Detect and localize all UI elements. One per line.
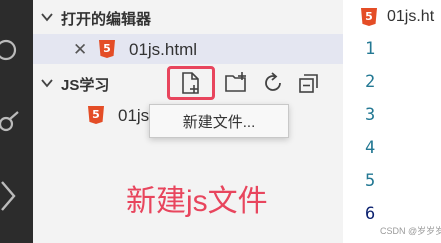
refresh-icon[interactable] bbox=[260, 70, 286, 96]
open-editor-item[interactable]: ✕ 5 01js.html bbox=[33, 34, 343, 64]
chevron-down-icon bbox=[41, 79, 53, 88]
source-control-icon[interactable] bbox=[0, 104, 33, 144]
line-number: 3 bbox=[365, 105, 376, 125]
line-number: 1 bbox=[365, 39, 376, 59]
activity-bar bbox=[0, 0, 33, 243]
html5-icon: 5 bbox=[88, 106, 104, 124]
run-debug-icon[interactable] bbox=[0, 176, 33, 216]
open-editors-title: 打开的编辑器 bbox=[61, 11, 152, 28]
watermark: CSDN @岁岁岁平安 bbox=[380, 226, 441, 236]
new-file-highlight bbox=[167, 66, 215, 100]
open-editors-header[interactable]: 打开的编辑器 bbox=[33, 2, 343, 32]
open-editor-file-label: 01js.html bbox=[129, 40, 198, 59]
explorer-sidebar: 打开的编辑器 ✕ 5 01js.html JS学习 5 01js 新建文件...… bbox=[33, 0, 343, 243]
workspace-file-label: 01js bbox=[118, 106, 150, 125]
line-number: 4 bbox=[365, 138, 376, 158]
line-number: 6 bbox=[365, 204, 376, 224]
html5-icon: 5 bbox=[99, 40, 115, 58]
collapse-all-icon[interactable] bbox=[296, 70, 322, 96]
tooltip: 新建文件... bbox=[149, 104, 289, 138]
line-number: 5 bbox=[365, 171, 376, 191]
editor-area: 5 01js.ht 1 2 3 4 5 6 bbox=[343, 0, 441, 243]
workspace-title: JS学习 bbox=[61, 77, 110, 94]
line-number: 2 bbox=[365, 72, 376, 92]
chevron-down-icon bbox=[41, 13, 53, 22]
close-icon[interactable]: ✕ bbox=[73, 40, 87, 60]
html5-icon: 5 bbox=[361, 8, 377, 26]
search-icon[interactable] bbox=[0, 20, 33, 80]
annotation-text: 新建js文件 bbox=[126, 185, 268, 218]
tooltip-text: 新建文件... bbox=[182, 113, 256, 131]
new-folder-icon[interactable] bbox=[223, 70, 249, 96]
editor-tab-label[interactable]: 01js.ht bbox=[387, 8, 434, 26]
